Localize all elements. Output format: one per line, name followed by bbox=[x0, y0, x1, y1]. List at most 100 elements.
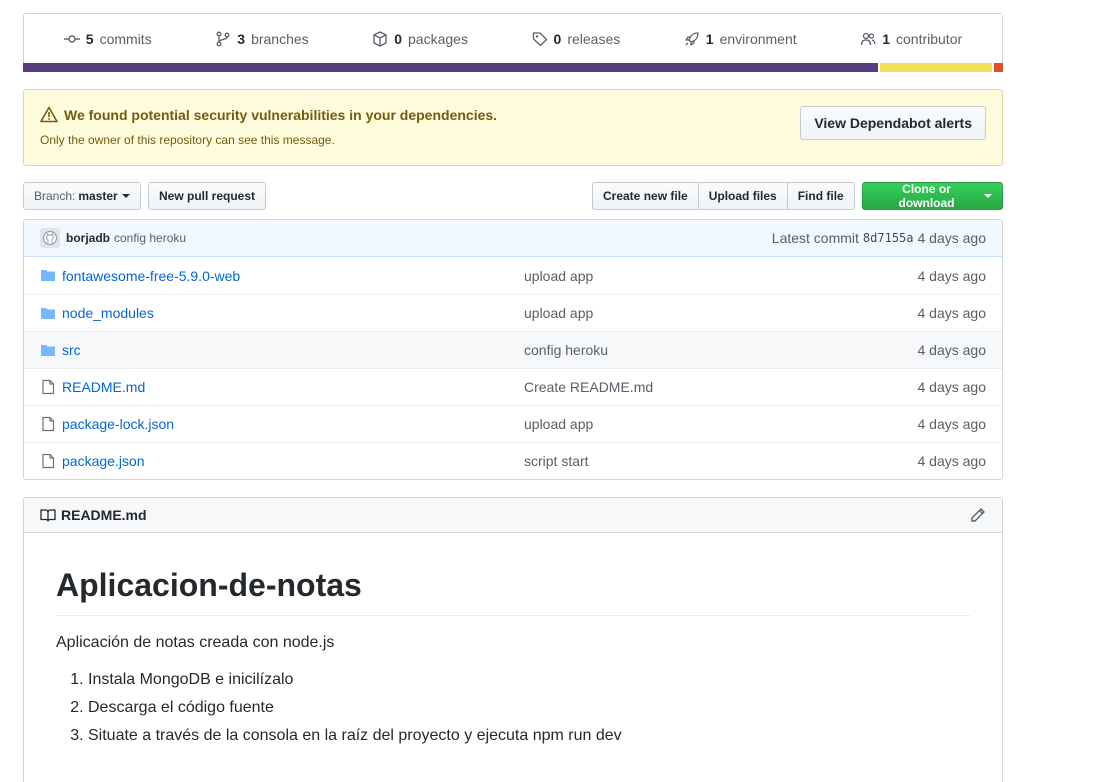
file-row: node_modules upload app 4 days ago bbox=[24, 294, 1002, 331]
file-commit-message[interactable]: upload app bbox=[524, 305, 593, 321]
file-name-link[interactable]: node_modules bbox=[62, 305, 154, 321]
readme-steps-list: Instala MongoDB e inicilízalo Descarga e… bbox=[56, 670, 970, 746]
security-alert-title: We found potential security vulnerabilit… bbox=[40, 106, 497, 123]
file-name-link[interactable]: fontawesome-free-5.9.0-web bbox=[62, 268, 240, 284]
contributors-label: contributor bbox=[896, 30, 963, 47]
readme-filename: README.md bbox=[61, 507, 147, 523]
packages-count: 0 bbox=[394, 30, 403, 47]
branches-count: 3 bbox=[237, 30, 246, 47]
find-file-button[interactable]: Find file bbox=[786, 182, 855, 210]
file-table: borjadb config heroku Latest commit 8d71… bbox=[23, 219, 1003, 480]
commits-count: 5 bbox=[85, 30, 94, 47]
file-row: fontawesome-free-5.9.0-web upload app 4 … bbox=[24, 257, 1002, 294]
security-alert-subtitle: Only the owner of this repository can se… bbox=[40, 133, 335, 147]
releases-link[interactable]: 0 releases bbox=[532, 30, 621, 47]
language-segment bbox=[877, 63, 993, 72]
commit-age: 4 days ago bbox=[917, 230, 987, 246]
file-navigation: Branch: master New pull request Create n… bbox=[23, 182, 1003, 210]
repo-page: 5 commits 3 branches 0 packages 0 releas… bbox=[23, 13, 1003, 782]
latest-commit-info: Latest commit 8d7155a 4 days ago bbox=[772, 230, 986, 246]
file-commit-message[interactable]: config heroku bbox=[524, 342, 608, 358]
branch-select-button[interactable]: Branch: master bbox=[23, 182, 141, 210]
clone-or-download-button[interactable]: Clone or download bbox=[862, 182, 1003, 210]
latest-commit-row: borjadb config heroku Latest commit 8d71… bbox=[24, 220, 1002, 257]
github-octocat-icon bbox=[42, 230, 58, 246]
releases-label: releases bbox=[567, 30, 621, 47]
commits-label: commits bbox=[99, 30, 152, 47]
people-icon bbox=[861, 32, 876, 45]
file-commit-message[interactable]: Create README.md bbox=[524, 379, 653, 395]
contributors-count: 1 bbox=[882, 30, 890, 47]
pencil-icon[interactable] bbox=[970, 507, 986, 523]
caret-down-icon bbox=[984, 194, 992, 198]
releases-count: 0 bbox=[553, 30, 562, 47]
readme-box: README.md Aplicacion-de-notas Aplicación… bbox=[23, 497, 1003, 782]
language-bar[interactable] bbox=[23, 63, 1003, 72]
environment-count: 1 bbox=[705, 30, 714, 47]
branch-name: master bbox=[78, 189, 118, 203]
create-new-file-button[interactable]: Create new file bbox=[592, 182, 699, 210]
commit-sha-link[interactable]: 8d7155a bbox=[863, 231, 914, 245]
new-pull-request-button[interactable]: New pull request bbox=[148, 182, 267, 210]
file-icon bbox=[42, 379, 55, 395]
file-commit-message[interactable]: upload app bbox=[524, 268, 593, 284]
language-segment bbox=[23, 63, 878, 72]
caret-down-icon bbox=[121, 194, 130, 198]
readme-step: Descarga el código fuente bbox=[88, 698, 970, 718]
contributors-link[interactable]: 1 contributor bbox=[860, 31, 962, 47]
branch-label: Branch: bbox=[34, 189, 76, 203]
clone-label: Clone or download bbox=[898, 182, 955, 210]
packages-label: packages bbox=[408, 30, 468, 47]
file-name-link[interactable]: package.json bbox=[62, 453, 145, 469]
file-icon bbox=[42, 416, 55, 432]
upload-files-button[interactable]: Upload files bbox=[697, 182, 788, 210]
security-alert: We found potential security vulnerabilit… bbox=[23, 89, 1003, 166]
rocket-icon bbox=[685, 31, 699, 46]
commit-message-link[interactable]: config heroku bbox=[114, 231, 186, 245]
file-age: 4 days ago bbox=[917, 416, 987, 432]
file-age: 4 days ago bbox=[917, 379, 987, 395]
file-actions-group: Create new file Upload files Find file bbox=[592, 182, 855, 210]
file-name-link[interactable]: README.md bbox=[62, 379, 145, 395]
file-row: README.md Create README.md 4 days ago bbox=[24, 368, 1002, 405]
environment-label: environment bbox=[719, 30, 797, 47]
readme-content: Aplicacion-de-notas Aplicación de notas … bbox=[24, 565, 1002, 746]
branches-link[interactable]: 3 branches bbox=[215, 30, 309, 47]
file-name-link[interactable]: package-lock.json bbox=[62, 416, 174, 432]
readme-step: Instala MongoDB e inicilízalo bbox=[88, 670, 970, 690]
book-icon bbox=[40, 509, 56, 522]
avatar[interactable] bbox=[40, 228, 60, 248]
folder-icon bbox=[41, 345, 55, 356]
file-name-link[interactable]: src bbox=[62, 342, 81, 358]
folder-icon bbox=[41, 308, 55, 319]
branches-label: branches bbox=[251, 30, 309, 47]
file-row: src config heroku 4 days ago bbox=[24, 331, 1002, 368]
file-icon bbox=[42, 453, 55, 469]
file-age: 4 days ago bbox=[917, 453, 987, 469]
file-commit-message[interactable]: upload app bbox=[524, 416, 593, 432]
tag-icon bbox=[532, 31, 547, 46]
file-age: 4 days ago bbox=[917, 305, 987, 321]
security-alert-title-text: We found potential security vulnerabilit… bbox=[64, 106, 498, 123]
file-age: 4 days ago bbox=[917, 342, 987, 358]
file-row: package-lock.json upload app 4 days ago bbox=[24, 405, 1002, 442]
branch-icon bbox=[216, 31, 230, 46]
view-dependabot-alerts-button[interactable]: View Dependabot alerts bbox=[800, 106, 986, 140]
alert-icon bbox=[40, 106, 58, 123]
folder-icon bbox=[41, 270, 55, 281]
packages-link[interactable]: 0 packages bbox=[372, 31, 468, 47]
commits-link[interactable]: 5 commits bbox=[63, 30, 152, 47]
commit-author-link[interactable]: borjadb bbox=[66, 231, 110, 245]
file-age: 4 days ago bbox=[917, 267, 987, 284]
readme-header: README.md bbox=[24, 498, 1002, 533]
file-commit-message[interactable]: script start bbox=[524, 453, 589, 469]
latest-commit-label: Latest commit bbox=[771, 230, 859, 246]
readme-heading: Aplicacion-de-notas bbox=[56, 565, 970, 616]
readme-paragraph: Aplicación de notas creada con node.js bbox=[56, 634, 335, 651]
file-row: package.json script start 4 days ago bbox=[24, 442, 1002, 479]
package-icon bbox=[373, 30, 387, 47]
environment-link[interactable]: 1 environment bbox=[684, 31, 797, 47]
commit-icon bbox=[63, 34, 80, 43]
language-segment bbox=[992, 63, 1003, 72]
repo-summary: 5 commits 3 branches 0 packages 0 releas… bbox=[23, 13, 1003, 63]
